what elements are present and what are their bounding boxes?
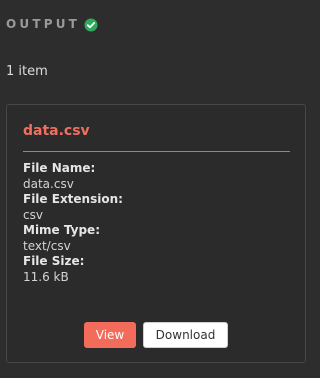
file-name-value: data.csv	[23, 176, 74, 191]
output-header: OUTPUT	[6, 17, 98, 32]
divider	[23, 151, 290, 152]
file-size-label: File Size:	[23, 254, 85, 268]
download-button[interactable]: Download	[143, 322, 228, 348]
view-button[interactable]: View	[84, 322, 136, 348]
file-title: data.csv	[23, 123, 90, 139]
card-actions: View Download	[7, 322, 305, 348]
output-panel: OUTPUT 1 item data.csv File Name: data.c…	[0, 0, 315, 378]
file-card: data.csv File Name: data.csv File Extens…	[6, 104, 306, 363]
file-extension-label: File Extension:	[23, 192, 123, 206]
item-count: 1 item	[6, 64, 48, 79]
file-size-value: 11.6 kB	[23, 269, 69, 284]
mime-type-value: text/csv	[23, 238, 71, 253]
mime-type-label: Mime Type:	[23, 223, 100, 237]
file-extension-value: csv	[23, 207, 43, 222]
file-name-label: File Name:	[23, 161, 96, 175]
check-circle-icon	[84, 17, 98, 32]
file-details: File Name: data.csv File Extension: csv …	[23, 161, 123, 285]
output-title: OUTPUT	[6, 17, 81, 31]
